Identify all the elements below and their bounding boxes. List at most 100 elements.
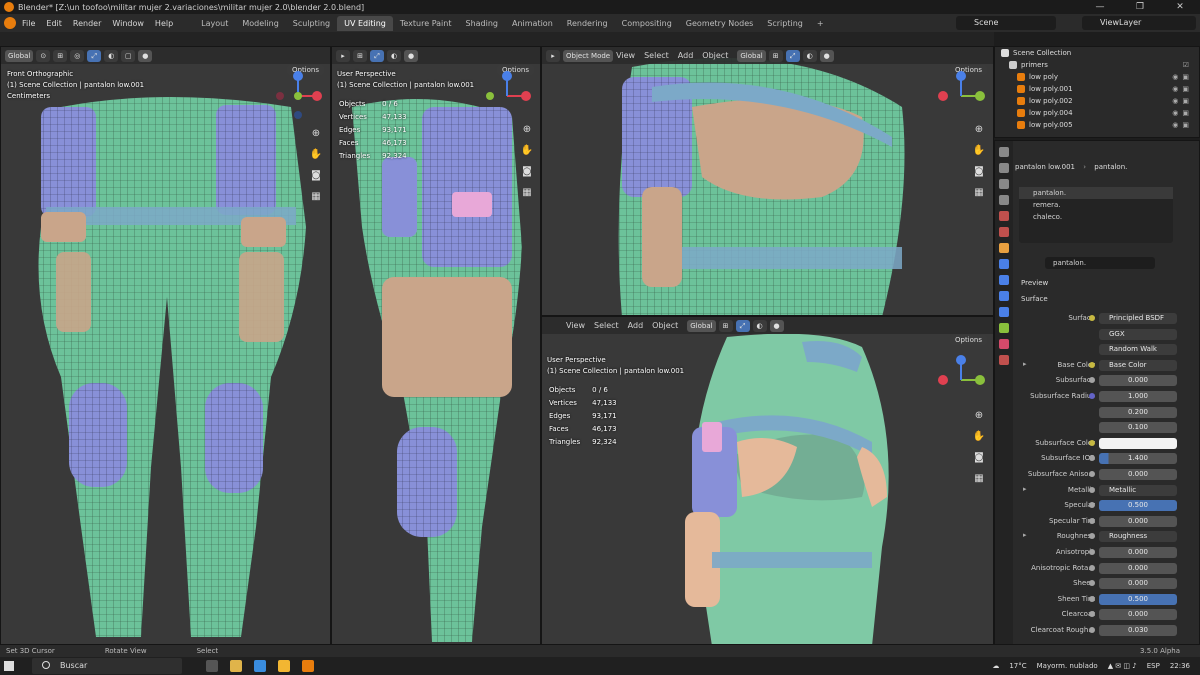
snap-icon[interactable]: ⊞ [718,319,733,332]
outliner-item-low-poly-001[interactable]: low poly.001 ◉▣ [995,83,1199,95]
socket-icon[interactable] [1089,486,1095,493]
tab-geometry-nodes[interactable]: Geometry Nodes [679,16,760,31]
property-value-field[interactable]: 0.500 [1099,500,1177,512]
camera-icon[interactable]: ◙ [520,165,534,179]
blender-menu-icon[interactable] [4,17,16,29]
camera-icon[interactable]: ◙ [972,451,986,465]
property-value-field[interactable] [1099,437,1177,449]
visibility-icon[interactable]: ◉▣ [1172,71,1193,83]
material-tab-icon[interactable] [999,339,1009,349]
shading-solid-icon[interactable]: ● [769,319,784,332]
pan-hand-icon[interactable]: ✋ [972,430,986,444]
visibility-icon[interactable]: ◉▣ [1172,107,1193,119]
mode-dropdown[interactable]: Object Mode [563,49,614,62]
property-value-field[interactable]: 1.000 [1099,391,1177,402]
particles-tab-icon[interactable] [999,275,1009,285]
clock[interactable]: 22:36 [1170,662,1190,670]
menu-file[interactable]: File [22,19,35,28]
gizmo-toggle-icon[interactable]: ⤢ [370,49,384,62]
zoom-icon[interactable]: ⊕ [972,409,986,423]
viewport-object-mode[interactable]: ▸ Object Mode View Select Add Object Glo… [541,46,994,316]
camera-icon[interactable]: ◙ [309,169,323,183]
tab-uv-editing[interactable]: UV Editing [337,15,393,31]
visibility-icon[interactable]: ◉▣ [1172,119,1193,131]
surface-section-header[interactable]: Surface [1021,295,1048,303]
menu-object[interactable]: Object [702,51,728,60]
viewport-user-perspective-shaded[interactable]: View Select Add Object Global ⊞ ⤢ ◐ ● Op… [541,316,994,645]
tab-compositing[interactable]: Compositing [615,16,679,31]
editor-type-icon[interactable]: ▸ [336,49,350,62]
navigation-gizmo-icon[interactable] [936,71,986,121]
material-slot[interactable]: chaleco. [1019,211,1173,223]
editor-type-icon[interactable]: ▸ [546,49,560,62]
object-tab-icon[interactable] [999,243,1009,253]
socket-icon[interactable] [1089,627,1095,633]
property-value-field[interactable]: 0.500 [1099,593,1177,605]
viewport-user-perspective-side[interactable]: ▸ ⊞ ⤢ ◐ ● Options User Perspective (1) S… [331,46,541,645]
socket-icon[interactable] [1089,471,1095,477]
menu-add[interactable]: Add [628,321,644,330]
overlay-icon[interactable]: ◐ [752,319,767,332]
overlay-icon[interactable]: ◐ [387,49,401,62]
language-indicator[interactable]: ESP [1147,662,1160,670]
modifier-tab-icon[interactable] [999,259,1009,269]
expand-arrow-icon[interactable]: ▸ [1023,485,1027,493]
maximize-button[interactable]: ❐ [1120,0,1160,14]
menu-select[interactable]: Select [644,51,669,60]
visibility-icon[interactable]: ◉▣ [1172,95,1193,107]
expand-arrow-icon[interactable]: ▸ [1023,360,1027,368]
property-value-field[interactable]: 0.000 [1099,578,1177,590]
transform-orientation-dropdown[interactable]: Global [737,49,766,62]
preview-section-header[interactable]: Preview [1021,279,1048,287]
grid-view-icon[interactable]: ▦ [520,186,534,200]
property-value-field[interactable]: Random Walk [1099,344,1177,356]
minimize-button[interactable]: — [1080,0,1120,14]
outliner-item-low-poly[interactable]: low poly ◉▣ [995,71,1199,83]
menu-window[interactable]: Window [112,19,144,28]
menu-help[interactable]: Help [155,19,173,28]
proportional-icon[interactable]: ◎ [70,49,85,62]
property-value-field[interactable]: 0.000 [1099,469,1177,480]
socket-icon[interactable] [1089,439,1095,446]
output-tab-icon[interactable] [999,179,1009,189]
zoom-icon[interactable]: ⊕ [309,127,323,141]
outliner-item-low-poly-005[interactable]: low poly.005 ◉▣ [995,119,1199,131]
menu-edit[interactable]: Edit [46,19,62,28]
tab-rendering[interactable]: Rendering [560,16,615,31]
pan-hand-icon[interactable]: ✋ [520,144,534,158]
snap-icon[interactable]: ⊞ [768,49,783,62]
menu-object[interactable]: Object [652,321,678,330]
scene-selector[interactable]: Scene [956,16,1056,30]
pan-hand-icon[interactable]: ✋ [972,144,986,158]
menu-view[interactable]: View [566,321,585,330]
menu-render[interactable]: Render [73,19,101,28]
snap-icon[interactable]: ⊞ [53,49,68,62]
menu-view[interactable]: View [616,51,635,60]
pan-hand-icon[interactable]: ✋ [309,148,323,162]
transform-orientation-dropdown[interactable]: Global [5,49,34,62]
physics-tab-icon[interactable] [999,291,1009,301]
shading-solid-icon[interactable]: ● [138,49,153,62]
tab-layout[interactable]: Layout [194,16,235,31]
property-value-field[interactable]: Principled BSDF [1099,313,1177,324]
material-slot[interactable]: pantalon. [1019,187,1173,199]
chrome-icon[interactable] [278,660,290,672]
socket-icon[interactable] [1089,361,1095,368]
xray-icon[interactable]: ▢ [121,49,136,62]
scene-tab-icon[interactable] [999,211,1009,221]
view-layer-tab-icon[interactable] [999,195,1009,205]
socket-icon[interactable] [1089,517,1095,524]
property-value-field[interactable]: GGX [1099,328,1177,340]
socket-icon[interactable] [1089,549,1095,555]
tool-tab-icon[interactable] [999,147,1009,157]
tab-sculpting[interactable]: Sculpting [286,16,337,31]
options-dropdown[interactable]: Options [949,335,987,345]
gizmo-toggle-icon[interactable]: ⤢ [87,49,102,62]
grid-view-icon[interactable]: ▦ [972,472,986,486]
navigation-gizmo-icon[interactable] [482,71,532,121]
taskbar-search[interactable]: Buscar [32,658,182,674]
overlay-icon[interactable]: ◐ [802,49,817,62]
property-value-field[interactable]: 0.000 [1099,609,1177,621]
socket-icon[interactable] [1089,393,1095,399]
property-value-field[interactable]: Base Color [1099,359,1177,371]
